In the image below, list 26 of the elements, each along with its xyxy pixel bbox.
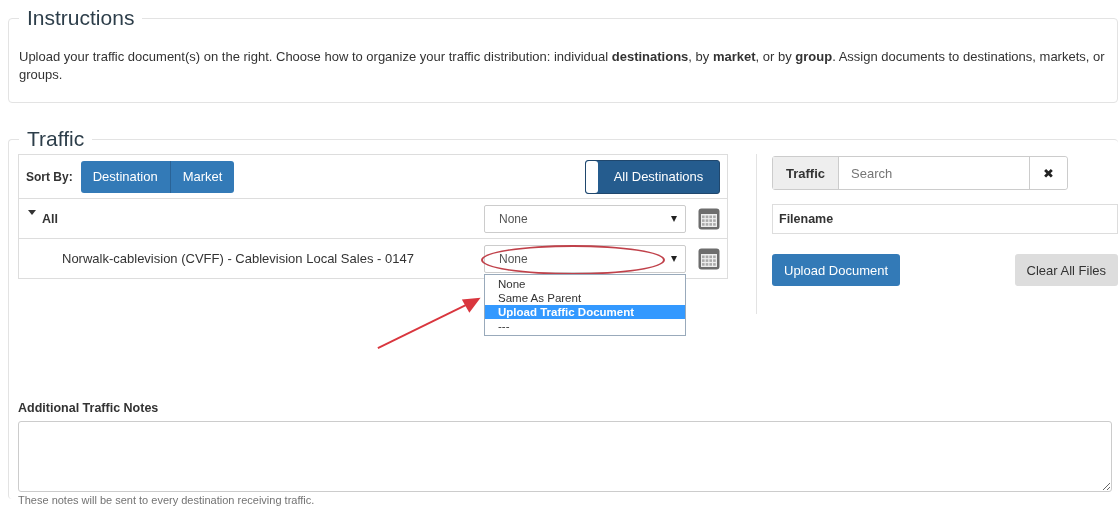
destination-select[interactable]: None bbox=[484, 204, 686, 233]
caret-icon bbox=[671, 255, 677, 262]
instructions-text: Upload your traffic document(s) on the right. Choose how to organize your traffic distribution: individual destinations, by market, or by group. Assign documents to destinations, markets, or groups. bbox=[19, 48, 1106, 84]
dropdown-option[interactable]: --- bbox=[485, 318, 685, 333]
dropdown-option[interactable]: None bbox=[485, 276, 685, 291]
notes-field[interactable] bbox=[18, 421, 1112, 492]
notes-label: Additional Traffic Notes bbox=[18, 401, 160, 415]
calendar-icon[interactable] bbox=[698, 207, 720, 230]
sort-button[interactable]: Destination bbox=[80, 160, 171, 193]
all-destinations-toggle[interactable]: All Destinations bbox=[585, 159, 720, 194]
search-field[interactable]: Traffic Search ✖ bbox=[772, 156, 1068, 190]
filename-header: Filename bbox=[772, 204, 1118, 234]
caret-icon bbox=[671, 215, 677, 222]
dropdown-option[interactable]: Same As Parent bbox=[485, 290, 685, 305]
destination-select[interactable]: None bbox=[484, 244, 686, 273]
tree-item-label: Norwalk-cablevision (CVFF) - Cablevision Local Sales - 0147 bbox=[62, 251, 414, 266]
calendar-icon[interactable] bbox=[698, 247, 720, 270]
notes-help-text: These notes will be sent to every destination receiving traffic. bbox=[18, 494, 316, 506]
clear-all-files-button[interactable]: Clear All Files bbox=[1014, 254, 1118, 286]
tree-item-label: All bbox=[42, 211, 58, 226]
search-addon: Traffic bbox=[773, 157, 839, 189]
sort-button[interactable]: Market bbox=[170, 160, 235, 193]
upload-document-button[interactable]: Upload Document bbox=[772, 254, 901, 286]
sort-label: Sort By: bbox=[26, 169, 73, 184]
expand-arrow-icon[interactable] bbox=[28, 210, 36, 215]
clear-search-button[interactable]: ✖ bbox=[1029, 157, 1067, 189]
